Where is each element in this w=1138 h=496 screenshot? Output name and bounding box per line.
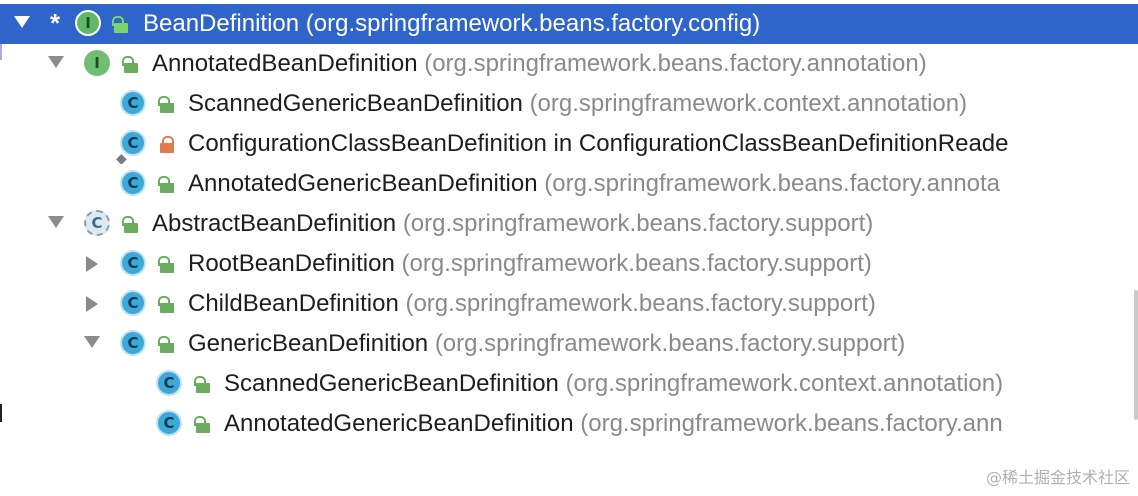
public-lock-icon <box>112 16 128 33</box>
public-lock-icon <box>122 56 138 73</box>
public-lock-icon <box>194 416 210 433</box>
expand-arrow-icon[interactable] <box>14 16 30 28</box>
inner-class-marker-icon: ◆ <box>116 150 127 164</box>
collapse-arrow-icon[interactable] <box>86 256 98 272</box>
tree-row-genericbeandefinition[interactable]: C GenericBeanDefinition (org.springframe… <box>0 324 1138 364</box>
tree-row-label: BeanDefinition (org.springframework.bean… <box>143 11 760 37</box>
private-lock-icon <box>160 136 174 153</box>
package-name: (org.springframework.beans.factory.confi… <box>305 10 761 37</box>
tree-row-beandefinition[interactable]: * I BeanDefinition (org.springframework.… <box>0 4 1138 44</box>
class-icon: C <box>120 290 146 316</box>
tree-row-rootbeandefinition[interactable]: C RootBeanDefinition (org.springframewor… <box>0 244 1138 284</box>
public-lock-icon <box>194 376 210 393</box>
class-name: RootBeanDefinition <box>188 250 395 277</box>
class-name: GenericBeanDefinition <box>188 330 429 357</box>
package-name: (org.springframework.context.annotation) <box>529 90 968 117</box>
collapse-arrow-icon[interactable] <box>86 296 98 312</box>
tree-row-label: AnnotatedBeanDefinition (org.springframe… <box>152 51 927 77</box>
package-name: (org.springframework.context.annotation) <box>565 370 1004 397</box>
package-name: (org.springframework.beans.factory.suppo… <box>434 330 906 357</box>
tree-row-childbeandefinition[interactable]: C ChildBeanDefinition (org.springframewo… <box>0 284 1138 324</box>
tree-row-scannedgenericbeandefinition-child[interactable]: C ScannedGenericBeanDefinition (org.spri… <box>0 364 1138 404</box>
abstract-class-icon: C <box>84 210 110 236</box>
left-edge-marker <box>0 404 2 422</box>
tree-row-label: GenericBeanDefinition (org.springframewo… <box>188 331 905 357</box>
tree-row-label: ConfigurationClassBeanDefinition in Conf… <box>188 131 1009 157</box>
class-name: AnnotatedBeanDefinition <box>152 50 418 77</box>
class-name: BeanDefinition <box>143 10 300 37</box>
package-name: (org.springframework.beans.factory.suppo… <box>402 210 874 237</box>
tree-row-annotatedbeandefinition[interactable]: I AnnotatedBeanDefinition (org.springfra… <box>0 44 1138 84</box>
focus-star-icon: * <box>50 8 61 38</box>
public-lock-icon <box>122 216 138 233</box>
tree-row-label: RootBeanDefinition (org.springframework.… <box>188 251 872 277</box>
class-icon: C <box>120 170 146 196</box>
package-name: (org.springframework.beans.factory.annot… <box>544 170 1001 197</box>
tree-row-label: ScannedGenericBeanDefinition (org.spring… <box>224 371 1003 397</box>
class-icon: C <box>156 370 182 396</box>
public-lock-icon <box>158 296 174 313</box>
public-lock-icon <box>158 256 174 273</box>
package-name: (org.springframework.beans.factory.annot… <box>424 50 927 77</box>
class-icon: C <box>120 90 146 116</box>
tree-row-annotatedgenericbeandefinition-child[interactable]: C AnnotatedGenericBeanDefinition (org.sp… <box>0 404 1138 444</box>
package-name: (org.springframework.beans.factory.suppo… <box>405 290 876 317</box>
class-icon: C <box>120 330 146 356</box>
expand-arrow-icon[interactable] <box>84 336 100 348</box>
public-lock-icon <box>158 336 174 353</box>
expand-arrow-icon[interactable] <box>48 56 64 68</box>
interface-icon: I <box>84 50 110 76</box>
package-name: (org.springframework.beans.factory.ann <box>580 410 1003 437</box>
type-hierarchy-tree: * I BeanDefinition (org.springframework.… <box>0 0 1138 496</box>
public-lock-icon <box>158 96 174 113</box>
class-name: ScannedGenericBeanDefinition <box>224 370 559 397</box>
public-lock-icon <box>158 176 174 193</box>
tree-row-abstractbeandefinition[interactable]: C AbstractBeanDefinition (org.springfram… <box>0 204 1138 244</box>
class-name: ConfigurationClassBeanDefinition in Conf… <box>188 130 1009 157</box>
package-name: (org.springframework.beans.factory.suppo… <box>401 250 872 277</box>
tree-row-annotatedgenericbeandefinition[interactable]: C AnnotatedGenericBeanDefinition (org.sp… <box>0 164 1138 204</box>
class-name: AnnotatedGenericBeanDefinition <box>188 170 538 197</box>
class-name: ChildBeanDefinition <box>188 290 399 317</box>
watermark: @稀土掘金技术社区 <box>985 468 1130 487</box>
tree-row-label: ScannedGenericBeanDefinition (org.spring… <box>188 91 967 117</box>
tree-row-configurationclassbeandefinition[interactable]: C ◆ ConfigurationClassBeanDefinition in … <box>0 124 1138 164</box>
class-icon: C <box>120 250 146 276</box>
class-name: AbstractBeanDefinition <box>152 210 397 237</box>
class-icon: C <box>156 410 182 436</box>
tree-row-label: ChildBeanDefinition (org.springframework… <box>188 291 876 317</box>
class-name: ScannedGenericBeanDefinition <box>188 90 523 117</box>
expand-arrow-icon[interactable] <box>48 216 64 228</box>
tree-row-scannedgenericbeandefinition[interactable]: C ScannedGenericBeanDefinition (org.spri… <box>0 84 1138 124</box>
interface-icon: I <box>75 10 101 36</box>
tree-row-label: AnnotatedGenericBeanDefinition (org.spri… <box>188 171 1000 197</box>
vertical-scrollbar[interactable] <box>1134 290 1138 420</box>
tree-row-label: AbstractBeanDefinition (org.springframew… <box>152 211 873 237</box>
tree-row-label: AnnotatedGenericBeanDefinition (org.spri… <box>224 411 1003 437</box>
class-name: AnnotatedGenericBeanDefinition <box>224 410 574 437</box>
